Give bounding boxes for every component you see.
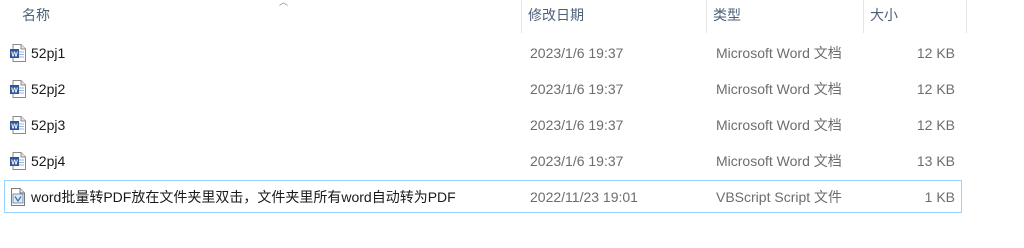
file-row[interactable]: W 52pj2 2023/1/6 19:37 Microsoft Word 文档… — [4, 72, 962, 105]
file-row[interactable]: W 52pj3 2023/1/6 19:37 Microsoft Word 文档… — [4, 108, 962, 141]
vbscript-file-icon — [10, 188, 26, 206]
file-name: 52pj2 — [31, 81, 66, 97]
file-type: Microsoft Word 文档 — [716, 45, 842, 61]
column-header-size-label: 大小 — [870, 7, 898, 23]
column-header-date[interactable]: 修改日期 — [522, 0, 707, 33]
word-document-icon: W — [10, 44, 26, 62]
file-date: 2023/1/6 19:37 — [530, 117, 624, 133]
file-name: 52pj1 — [31, 45, 66, 61]
word-document-icon: W — [10, 80, 26, 98]
file-name: 52pj4 — [31, 153, 66, 169]
file-row[interactable]: W 52pj1 2023/1/6 19:37 Microsoft Word 文档… — [4, 36, 962, 69]
svg-text:W: W — [11, 160, 18, 167]
file-size: 12 KB — [916, 81, 955, 97]
file-type: Microsoft Word 文档 — [716, 153, 842, 169]
svg-text:W: W — [11, 88, 18, 95]
file-type: Microsoft Word 文档 — [716, 117, 842, 133]
file-size: 1 KB — [924, 189, 955, 205]
sort-ascending-icon: ︿ — [279, 0, 289, 7]
file-type: VBScript Script 文件 — [716, 189, 843, 205]
file-row[interactable]: W 52pj4 2023/1/6 19:37 Microsoft Word 文档… — [4, 144, 962, 177]
file-list-view: 名称 ︿ 修改日期 类型 大小 W 52pj1 2023/1/6 19:37 M… — [0, 0, 1024, 248]
file-name: 52pj3 — [31, 117, 66, 133]
svg-text:W: W — [11, 52, 18, 59]
file-date: 2023/1/6 19:37 — [530, 153, 624, 169]
file-date: 2023/1/6 19:37 — [530, 45, 624, 61]
column-header-type-label: 类型 — [713, 7, 741, 23]
column-header-date-label: 修改日期 — [528, 7, 584, 23]
word-document-icon: W — [10, 116, 26, 134]
file-date: 2023/1/6 19:37 — [530, 81, 624, 97]
svg-text:W: W — [11, 124, 18, 131]
column-header-name-label: 名称 — [22, 7, 50, 23]
file-size: 12 KB — [916, 117, 955, 133]
file-size: 12 KB — [916, 45, 955, 61]
column-header-name[interactable]: 名称 ︿ — [16, 0, 522, 33]
column-header-type[interactable]: 类型 — [707, 0, 864, 33]
word-document-icon: W — [10, 152, 26, 170]
file-row[interactable]: word批量转PDF放在文件夹里双击，文件夹里所有word自动转为PDF 202… — [4, 180, 962, 213]
file-type: Microsoft Word 文档 — [716, 81, 842, 97]
file-date: 2022/11/23 19:01 — [530, 189, 638, 205]
column-header-bar: 名称 ︿ 修改日期 类型 大小 — [0, 0, 967, 33]
file-name: word批量转PDF放在文件夹里双击，文件夹里所有word自动转为PDF — [31, 189, 456, 205]
column-header-size[interactable]: 大小 — [864, 0, 967, 33]
file-size: 13 KB — [916, 153, 955, 169]
